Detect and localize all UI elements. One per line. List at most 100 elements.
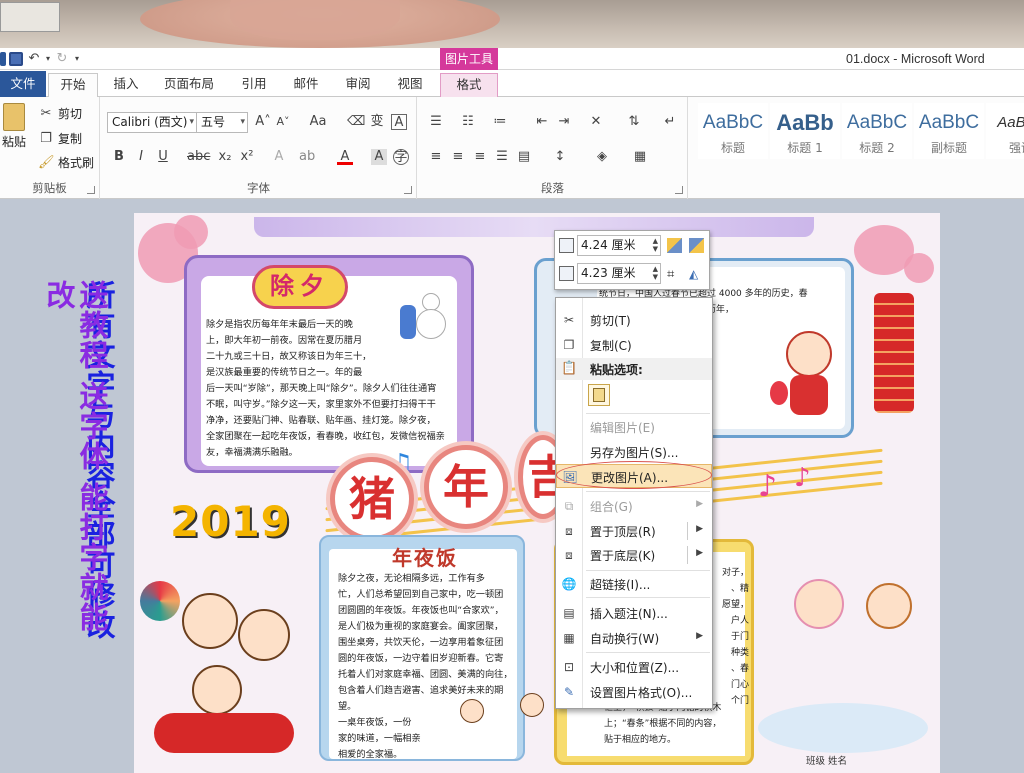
shading-button[interactable]: ◈ [594, 149, 610, 165]
tab-view[interactable]: 视图 [388, 73, 432, 97]
nianyefan-title[interactable]: 年夜饭 [392, 542, 458, 571]
menu-size-position-label: 大小和位置(Z)... [590, 661, 680, 675]
style-title[interactable]: AaBbC 标题 [698, 103, 768, 159]
increase-indent-button[interactable]: ⇥ [556, 114, 572, 130]
picture-styles-icon[interactable]: ◭ [689, 267, 704, 282]
redo-icon[interactable]: ↻ [54, 51, 70, 67]
line-spacing-button[interactable]: ↕ [552, 149, 568, 165]
menu-hyperlink[interactable]: 🌐 超链接(I)... [556, 572, 712, 596]
submenu-arrow-icon[interactable]: ▶ [696, 548, 703, 558]
undo-dropdown-icon[interactable]: ▾ [45, 51, 51, 67]
change-case-button[interactable]: Aa [307, 114, 329, 130]
tab-review[interactable]: 审阅 [336, 73, 380, 97]
tab-mailings[interactable]: 邮件 [284, 73, 328, 97]
borders-button[interactable]: ▦ [632, 149, 648, 165]
font-name-value: Calibri (西文) [112, 115, 188, 129]
undo-icon[interactable]: ↶ [26, 51, 42, 67]
char-border-button[interactable]: A [391, 114, 407, 130]
style-heading-1[interactable]: AaBb 标题 1 [770, 103, 840, 159]
strikethrough-button[interactable]: abc [187, 149, 210, 165]
bring-forward-icon[interactable] [667, 238, 682, 253]
snowman-body [416, 309, 446, 339]
menu-size-position[interactable]: ⊡ 大小和位置(Z)... [556, 655, 712, 679]
copy-button[interactable]: ❐ 复制 [38, 130, 82, 147]
underline-button[interactable]: U [155, 149, 171, 165]
menu-save-as-picture[interactable]: 另存为图片(S)... [556, 440, 712, 464]
distributed-button[interactable]: ▤ [516, 149, 532, 165]
banner-char-pig[interactable]: 猪 [330, 457, 414, 541]
document-page[interactable]: 除夕 除夕是指农历每年年末最后一天的晚 上，即大年初一前夜。因常在夏历腊月 二十… [134, 213, 940, 773]
grow-font-button[interactable]: A˄ [255, 114, 271, 130]
align-center-button[interactable]: ≡ [450, 149, 466, 165]
show-marks-button[interactable]: ↵ [662, 114, 678, 130]
subscript-button[interactable]: x₂ [217, 149, 233, 165]
font-name-combo[interactable]: Calibri (西文) ▾ [107, 112, 197, 133]
width-field[interactable]: 4.23 厘米 ▲ ▼ [577, 263, 661, 284]
decrease-indent-button[interactable]: ⇤ [534, 114, 550, 130]
menu-text-wrap[interactable]: ▦ 自动换行(W) ▶ [556, 626, 712, 650]
tab-page-layout[interactable]: 页面布局 [156, 73, 222, 97]
style-subtitle[interactable]: AaBbC 副标题 [914, 103, 984, 159]
chuxi-title[interactable]: 除夕 [252, 265, 348, 309]
customize-quick-access-icon[interactable]: ▾ [73, 51, 81, 67]
menu-change-picture[interactable]: 🖼 更改图片(A)... [556, 464, 712, 488]
send-backward-icon[interactable] [689, 238, 704, 253]
multilevel-list-button[interactable]: ≔ [492, 114, 508, 130]
spinner-icon[interactable]: ▲ ▼ [653, 265, 658, 281]
spinner-icon[interactable]: ▲ ▼ [653, 237, 658, 253]
banner-char-year[interactable]: 年 [424, 445, 508, 529]
menu-cut[interactable]: ✂ 剪切(T) [556, 308, 712, 332]
chinese-layout-button[interactable]: ✕ [588, 114, 604, 130]
menu-bring-to-front[interactable]: ⧈ 置于顶层(R) ▶ [556, 519, 712, 543]
tab-home[interactable]: 开始 [48, 73, 98, 98]
numbering-button[interactable]: ☷ [460, 114, 476, 130]
format-painter-button[interactable]: 🖌 格式刷 [38, 154, 94, 171]
shrink-font-button[interactable]: A˅ [275, 114, 291, 130]
submenu-arrow-icon[interactable]: ▶ [696, 524, 703, 534]
superscript-button[interactable]: x² [239, 149, 255, 165]
fuwa-body [790, 375, 828, 415]
menu-insert-caption[interactable]: ▤ 插入题注(N)... [556, 601, 712, 625]
sort-button[interactable]: ⇅ [626, 114, 642, 130]
distributed-icon: ▤ [517, 149, 531, 164]
italic-button[interactable]: I [133, 149, 149, 165]
clipboard-dialog-launcher[interactable] [87, 186, 95, 194]
kids-playing-illustration [450, 693, 560, 773]
enclose-char-button[interactable]: 字 [393, 149, 409, 165]
font-color-button[interactable]: A [337, 149, 353, 165]
cut-button[interactable]: ✂ 剪切 [38, 105, 82, 122]
paste-icon: 📋 [561, 361, 578, 376]
paragraph-dialog-launcher[interactable] [675, 186, 683, 194]
menu-format-picture[interactable]: ✎ 设置图片格式(O)... [556, 680, 712, 704]
style-heading-2[interactable]: AaBbC 标题 2 [842, 103, 912, 159]
caption-icon: ▤ [563, 606, 575, 620]
align-left-button[interactable]: ≡ [428, 149, 444, 165]
align-right-button[interactable]: ≡ [472, 149, 488, 165]
tab-references[interactable]: 引用 [232, 73, 276, 97]
menu-separator [586, 413, 710, 414]
tab-file[interactable]: 文件 [0, 71, 46, 97]
save-icon[interactable] [9, 52, 23, 66]
paste-keep-format-button[interactable] [588, 384, 610, 406]
text-effects-button[interactable]: A [271, 149, 287, 165]
menu-copy[interactable]: ❐ 复制(C) [556, 333, 712, 357]
bold-button[interactable]: B [111, 149, 127, 165]
style-emphasis[interactable]: AaBbC 强调 [986, 103, 1024, 159]
bullets-button[interactable]: ☰ [428, 114, 444, 130]
tab-picture-format[interactable]: 格式 [440, 73, 498, 97]
height-field[interactable]: 4.24 厘米 ▲ ▼ [577, 235, 661, 256]
tab-insert[interactable]: 插入 [104, 73, 148, 97]
char-shading-button[interactable]: A [371, 149, 387, 165]
clear-format-button[interactable]: ⌫ [347, 114, 365, 130]
font-size-combo[interactable]: 五号 ▾ [196, 112, 248, 133]
hyperlink-icon: 🌐 [561, 577, 577, 591]
year-2019-art[interactable]: 2019 [170, 497, 291, 546]
highlight-button[interactable]: ab [299, 149, 315, 165]
window-title: 01.docx - Microsoft Word [846, 52, 985, 66]
phonetic-guide-button[interactable]: 变 [369, 114, 385, 130]
paste-button[interactable]: 粘贴 [0, 103, 28, 150]
crop-icon[interactable]: ⌗ [667, 267, 682, 282]
menu-send-to-back[interactable]: ⧈ 置于底层(K) ▶ [556, 543, 712, 567]
font-dialog-launcher[interactable] [404, 186, 412, 194]
justify-button[interactable]: ☰ [494, 149, 510, 165]
